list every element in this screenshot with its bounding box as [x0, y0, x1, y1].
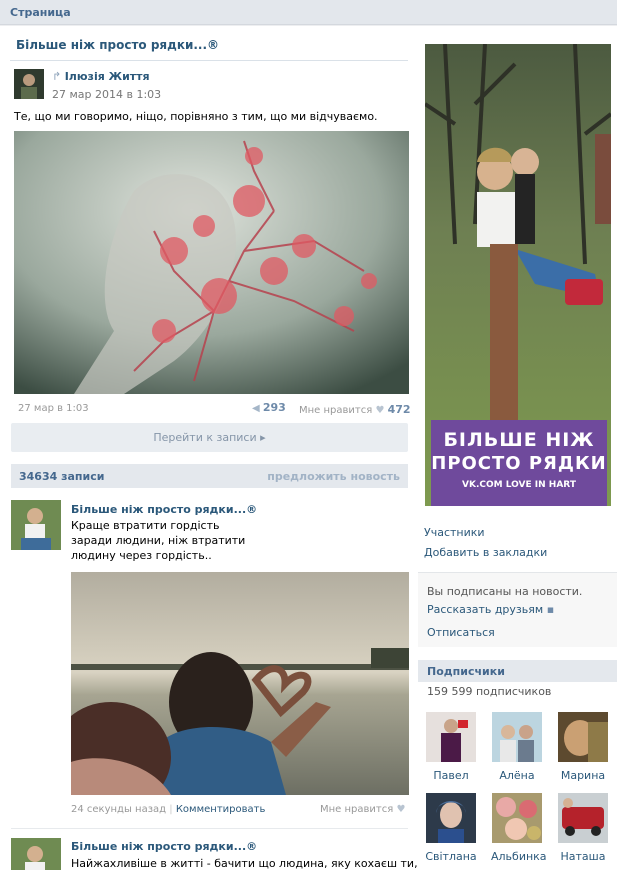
- subscribed-status: Вы подписаны на новости.: [427, 585, 583, 598]
- post-text-line: людину через гордість..: [71, 549, 212, 562]
- member-name[interactable]: Алёна: [491, 769, 543, 782]
- member-card[interactable]: Альбинка: [491, 793, 547, 863]
- member-card[interactable]: Алёна: [491, 712, 543, 782]
- member-name[interactable]: Марина: [557, 769, 609, 782]
- like-button[interactable]: Мне нравится ♥ 472: [299, 403, 411, 416]
- post-meta: 24 секунды назад | Комментировать: [71, 804, 265, 815]
- member-photo[interactable]: [492, 712, 542, 762]
- member-name[interactable]: Альбинка: [491, 850, 547, 863]
- heart-icon: ♥: [375, 405, 388, 416]
- post-time[interactable]: 24 секунды назад: [71, 804, 166, 815]
- wall-column: Більше ніж просто рядки...® ↱ Ілюзія Жит…: [0, 26, 418, 870]
- speech-bubble-icon: ▪: [546, 603, 555, 616]
- banner-line-1: БІЛЬШЕ НІЖ: [443, 429, 595, 451]
- group-cover-image[interactable]: БІЛЬШЕ НІЖ ПРОСТО РЯДКИ VK.COM LOVE IN H…: [425, 44, 611, 506]
- divider: [10, 60, 408, 61]
- suggest-news-link[interactable]: предложить новость: [267, 470, 400, 483]
- repost-arrow-icon: ↱: [52, 70, 65, 83]
- like-count: 472: [387, 403, 411, 416]
- tell-friends-label: Рассказать друзьям: [427, 603, 544, 616]
- member-card[interactable]: Марина: [557, 712, 609, 782]
- member-photo[interactable]: [492, 793, 542, 843]
- wall-post-count[interactable]: 34634 записи: [19, 470, 104, 483]
- tell-friends-link[interactable]: Рассказать друзьям ▪: [427, 603, 554, 616]
- pinned-author-name[interactable]: Ілюзія Життя: [65, 70, 150, 83]
- post-like-label: Мне нравится: [320, 804, 394, 815]
- pinned-text: Те, що ми говоримо, ніщо, порівняно з ти…: [14, 110, 378, 123]
- repost-counter[interactable]: ◀ 293: [252, 401, 286, 414]
- megaphone-icon: ◀: [252, 403, 263, 414]
- member-name[interactable]: Світлана: [425, 850, 477, 863]
- page-section-title: Страница: [10, 6, 71, 19]
- post-text-line: Краще втратити гордість: [71, 519, 220, 532]
- pinned-post-title[interactable]: Більше ніж просто рядки...®: [16, 38, 219, 52]
- member-card[interactable]: Світлана: [425, 793, 477, 863]
- pinned-date[interactable]: 27 мар 2014 в 1:03: [52, 88, 161, 101]
- post-like-button[interactable]: Мне нравится ♥: [320, 804, 405, 815]
- subscription-box: Вы подписаны на новости. Рассказать друз…: [418, 572, 617, 647]
- pinned-footer-date[interactable]: 27 мар в 1:03: [18, 403, 89, 414]
- members-link[interactable]: Участники: [424, 526, 485, 539]
- meta-separator: |: [169, 804, 173, 815]
- subscribers-count[interactable]: 159 599 подписчиков: [427, 685, 551, 698]
- post-author-avatar[interactable]: [11, 838, 61, 870]
- unsubscribe-link[interactable]: Отписаться: [427, 626, 495, 639]
- divider: [11, 828, 408, 829]
- member-photo[interactable]: [426, 712, 476, 762]
- comment-link[interactable]: Комментировать: [176, 804, 266, 815]
- repost-count: 293: [262, 401, 286, 414]
- like-label: Мне нравится: [299, 405, 373, 416]
- bookmark-link[interactable]: Добавить в закладки: [424, 546, 547, 559]
- post-text-line: заради людини, ніж втратити: [71, 534, 246, 547]
- post-photo[interactable]: [71, 572, 409, 795]
- top-bar: Страница: [0, 0, 617, 25]
- banner-line-3: VK.COM LOVE IN HART: [462, 480, 576, 490]
- pinned-author-avatar[interactable]: [14, 69, 44, 99]
- post-text: Найжахливіше в житті - бачити що людина,…: [71, 857, 418, 870]
- member-photo[interactable]: [558, 793, 608, 843]
- pinned-author-row[interactable]: ↱ Ілюзія Життя: [52, 70, 150, 83]
- member-card[interactable]: Павел: [425, 712, 477, 782]
- post-author-avatar[interactable]: [11, 500, 61, 550]
- subscribers-title: Подписчики: [427, 665, 505, 678]
- sidebar: БІЛЬШЕ НІЖ ПРОСТО РЯДКИ VK.COM LOVE IN H…: [418, 26, 617, 870]
- banner-line-2: ПРОСТО РЯДКИ: [431, 453, 607, 474]
- member-photo[interactable]: [558, 712, 608, 762]
- pinned-photo[interactable]: [14, 131, 409, 394]
- wall-header: 34634 записи предложить новость: [11, 464, 408, 488]
- member-card[interactable]: Наташа: [557, 793, 609, 863]
- heart-icon: ♥: [396, 804, 406, 815]
- post-author-name[interactable]: Більше ніж просто рядки...®: [71, 503, 257, 516]
- member-name[interactable]: Наташа: [557, 850, 609, 863]
- post-author-name[interactable]: Більше ніж просто рядки...®: [71, 840, 257, 853]
- subscribers-header[interactable]: Подписчики: [418, 660, 617, 682]
- goto-post-button[interactable]: Перейти к записи ▸: [11, 423, 408, 452]
- member-photo[interactable]: [426, 793, 476, 843]
- member-name[interactable]: Павел: [425, 769, 477, 782]
- banner-text: БІЛЬШЕ НІЖ ПРОСТО РЯДКИ VK.COM LOVE IN H…: [431, 428, 607, 492]
